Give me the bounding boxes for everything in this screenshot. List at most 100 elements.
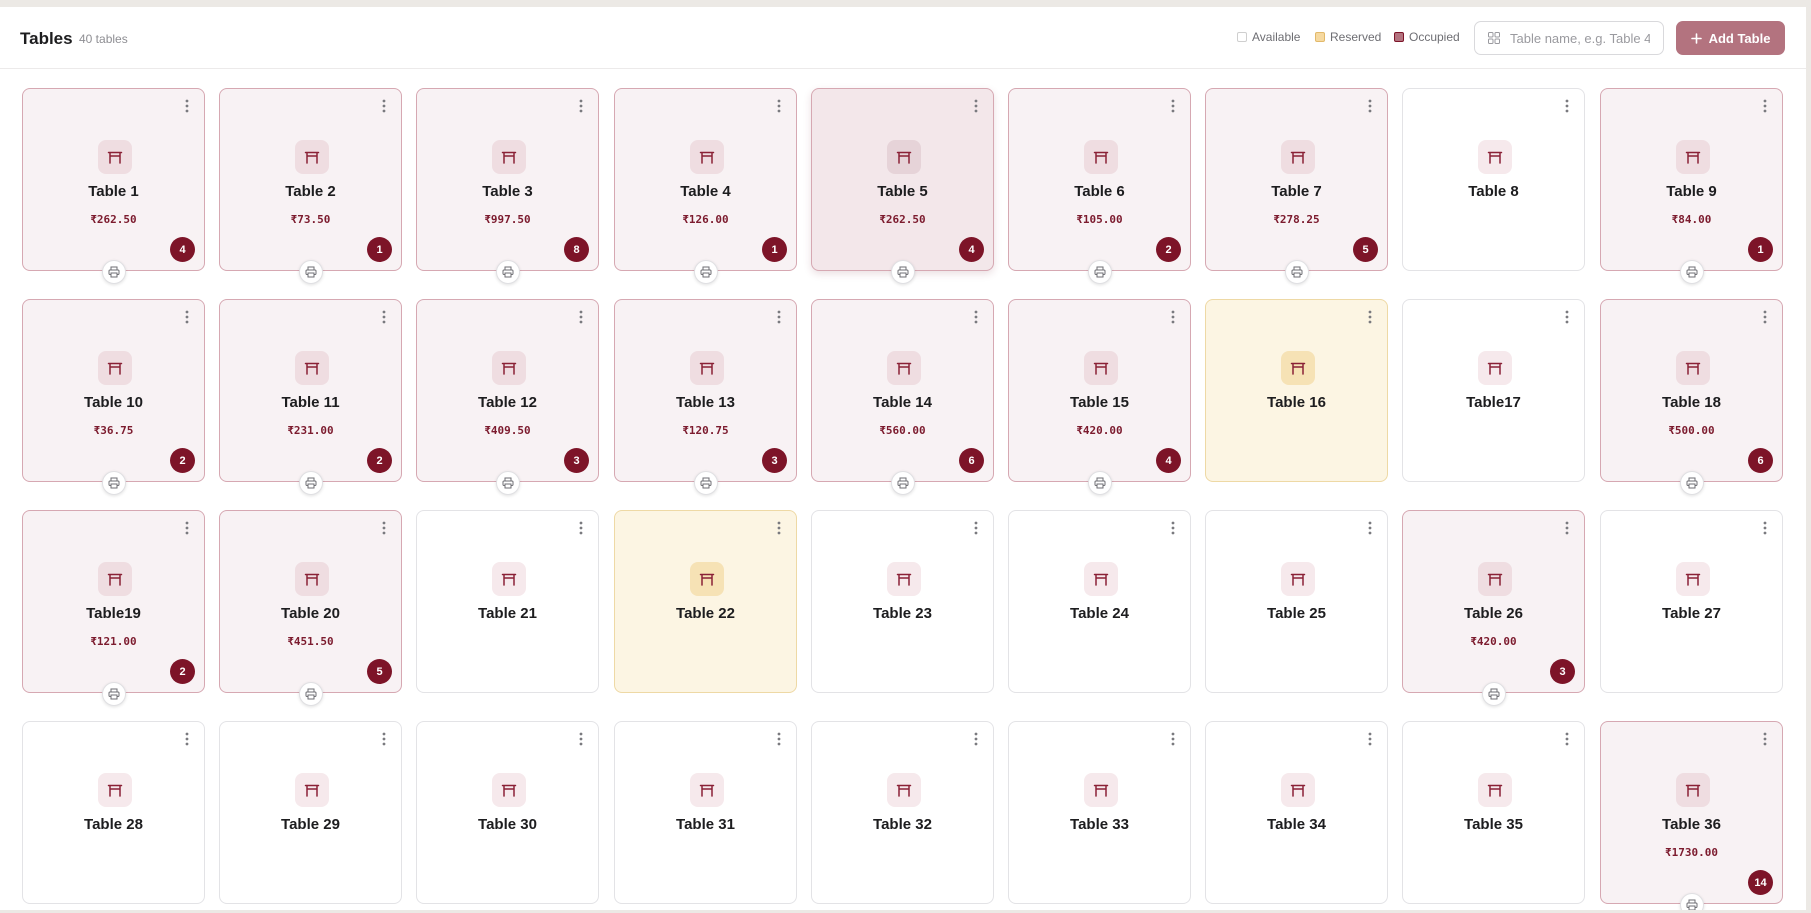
- kebab-menu-icon[interactable]: [971, 97, 981, 115]
- kebab-menu-icon[interactable]: [1365, 519, 1375, 537]
- table-card[interactable]: Table 20 ₹451.50 5: [219, 510, 402, 706]
- kebab-menu-icon[interactable]: [576, 308, 586, 326]
- kebab-menu-icon[interactable]: [576, 730, 586, 748]
- kebab-menu-icon[interactable]: [1760, 97, 1770, 115]
- order-count-badge: 3: [564, 448, 589, 473]
- table-card[interactable]: Table 13 ₹120.75 3: [614, 299, 797, 495]
- table-card[interactable]: Table 8: [1402, 88, 1585, 271]
- table-card[interactable]: Table 24: [1008, 510, 1191, 693]
- kebab-menu-icon[interactable]: [971, 308, 981, 326]
- kebab-menu-icon[interactable]: [1760, 730, 1770, 748]
- kebab-menu-icon[interactable]: [379, 97, 389, 115]
- table-card[interactable]: Table 14 ₹560.00 6: [811, 299, 994, 495]
- table-card[interactable]: Table 36 ₹1730.00 14: [1600, 721, 1783, 910]
- print-button[interactable]: [1088, 260, 1112, 284]
- table-card[interactable]: Table 12 ₹409.50 3: [416, 299, 599, 495]
- print-button[interactable]: [1680, 260, 1704, 284]
- table-card[interactable]: Table19 ₹121.00 2: [22, 510, 205, 706]
- print-button[interactable]: [891, 471, 915, 495]
- print-button[interactable]: [1680, 471, 1704, 495]
- table-card[interactable]: Table 30: [416, 721, 599, 904]
- kebab-menu-icon[interactable]: [1168, 308, 1178, 326]
- table-card[interactable]: Table 18 ₹500.00 6: [1600, 299, 1783, 495]
- table-card[interactable]: Table 21: [416, 510, 599, 693]
- table-card[interactable]: Table17: [1402, 299, 1585, 482]
- kebab-menu-icon[interactable]: [1365, 730, 1375, 748]
- kebab-menu-icon[interactable]: [1760, 519, 1770, 537]
- kebab-menu-icon[interactable]: [182, 519, 192, 537]
- kebab-menu-icon[interactable]: [1562, 97, 1572, 115]
- print-button[interactable]: [102, 471, 126, 495]
- table-card[interactable]: Table 23: [811, 510, 994, 693]
- kebab-menu-icon[interactable]: [774, 519, 784, 537]
- table-card[interactable]: Table 25: [1205, 510, 1388, 693]
- table-card[interactable]: Table 1 ₹262.50 4: [22, 88, 205, 284]
- kebab-menu-icon[interactable]: [1168, 519, 1178, 537]
- table-card[interactable]: Table 32: [811, 721, 994, 904]
- kebab-menu-icon[interactable]: [379, 519, 389, 537]
- kebab-menu-icon[interactable]: [774, 97, 784, 115]
- kebab-menu-icon[interactable]: [576, 519, 586, 537]
- table-card[interactable]: Table 34: [1205, 721, 1388, 904]
- table-card[interactable]: Table 15 ₹420.00 4: [1008, 299, 1191, 495]
- table-amount: ₹500.00: [1668, 424, 1715, 437]
- kebab-menu-icon[interactable]: [1562, 308, 1572, 326]
- table-card[interactable]: Table 31: [614, 721, 797, 904]
- table-card[interactable]: Table 22: [614, 510, 797, 693]
- print-button[interactable]: [694, 260, 718, 284]
- kebab-menu-icon[interactable]: [971, 519, 981, 537]
- kebab-menu-icon[interactable]: [774, 730, 784, 748]
- print-button[interactable]: [694, 471, 718, 495]
- kebab-menu-icon[interactable]: [182, 97, 192, 115]
- table-card[interactable]: Table 16: [1205, 299, 1388, 482]
- kebab-menu-icon[interactable]: [182, 730, 192, 748]
- table-card[interactable]: Table 10 ₹36.75 2: [22, 299, 205, 495]
- printer-icon: [897, 477, 909, 489]
- print-button[interactable]: [102, 682, 126, 706]
- table-card[interactable]: Table 27: [1600, 510, 1783, 693]
- table-card[interactable]: Table 4 ₹126.00 1: [614, 88, 797, 284]
- print-button[interactable]: [891, 260, 915, 284]
- kebab-menu-icon[interactable]: [1168, 730, 1178, 748]
- print-button[interactable]: [299, 260, 323, 284]
- table-card[interactable]: Table 29: [219, 721, 402, 904]
- table-card[interactable]: Table 35: [1402, 721, 1585, 904]
- print-button[interactable]: [496, 260, 520, 284]
- print-button[interactable]: [496, 471, 520, 495]
- kebab-menu-icon[interactable]: [379, 730, 389, 748]
- kebab-menu-icon[interactable]: [1168, 97, 1178, 115]
- print-button[interactable]: [1680, 893, 1704, 910]
- add-table-button[interactable]: Add Table: [1676, 21, 1785, 55]
- kebab-menu-icon[interactable]: [971, 730, 981, 748]
- table-card[interactable]: Table 9 ₹84.00 1: [1600, 88, 1783, 284]
- table-card[interactable]: Table 33: [1008, 721, 1191, 904]
- order-count-badge: 4: [1156, 448, 1181, 473]
- table-card[interactable]: Table 6 ₹105.00 2: [1008, 88, 1191, 284]
- kebab-menu-icon[interactable]: [379, 308, 389, 326]
- search-input[interactable]: [1510, 30, 1650, 46]
- kebab-menu-icon[interactable]: [576, 97, 586, 115]
- table-search[interactable]: [1474, 21, 1664, 55]
- print-button[interactable]: [102, 260, 126, 284]
- kebab-menu-icon[interactable]: [1365, 308, 1375, 326]
- table-card[interactable]: Table 2 ₹73.50 1: [219, 88, 402, 284]
- kebab-menu-icon[interactable]: [774, 308, 784, 326]
- print-button[interactable]: [1088, 471, 1112, 495]
- print-button[interactable]: [1285, 260, 1309, 284]
- print-button[interactable]: [299, 471, 323, 495]
- table-card[interactable]: Table 11 ₹231.00 2: [219, 299, 402, 495]
- table-card[interactable]: Table 3 ₹997.50 8: [416, 88, 599, 284]
- kebab-menu-icon[interactable]: [1562, 519, 1572, 537]
- table-card[interactable]: Table 5 ₹262.50 4: [811, 88, 994, 284]
- print-button[interactable]: [1482, 682, 1506, 706]
- kebab-menu-icon[interactable]: [1365, 97, 1375, 115]
- kebab-menu-icon[interactable]: [1760, 308, 1770, 326]
- kebab-menu-icon[interactable]: [182, 308, 192, 326]
- table-card[interactable]: Table 26 ₹420.00 3: [1402, 510, 1585, 706]
- table-card[interactable]: Table 7 ₹278.25 5: [1205, 88, 1388, 284]
- kebab-menu-icon[interactable]: [1562, 730, 1572, 748]
- table-name: Table 33: [1070, 816, 1129, 833]
- print-button[interactable]: [299, 682, 323, 706]
- table-card[interactable]: Table 28: [22, 721, 205, 904]
- grid-icon: [1488, 32, 1500, 44]
